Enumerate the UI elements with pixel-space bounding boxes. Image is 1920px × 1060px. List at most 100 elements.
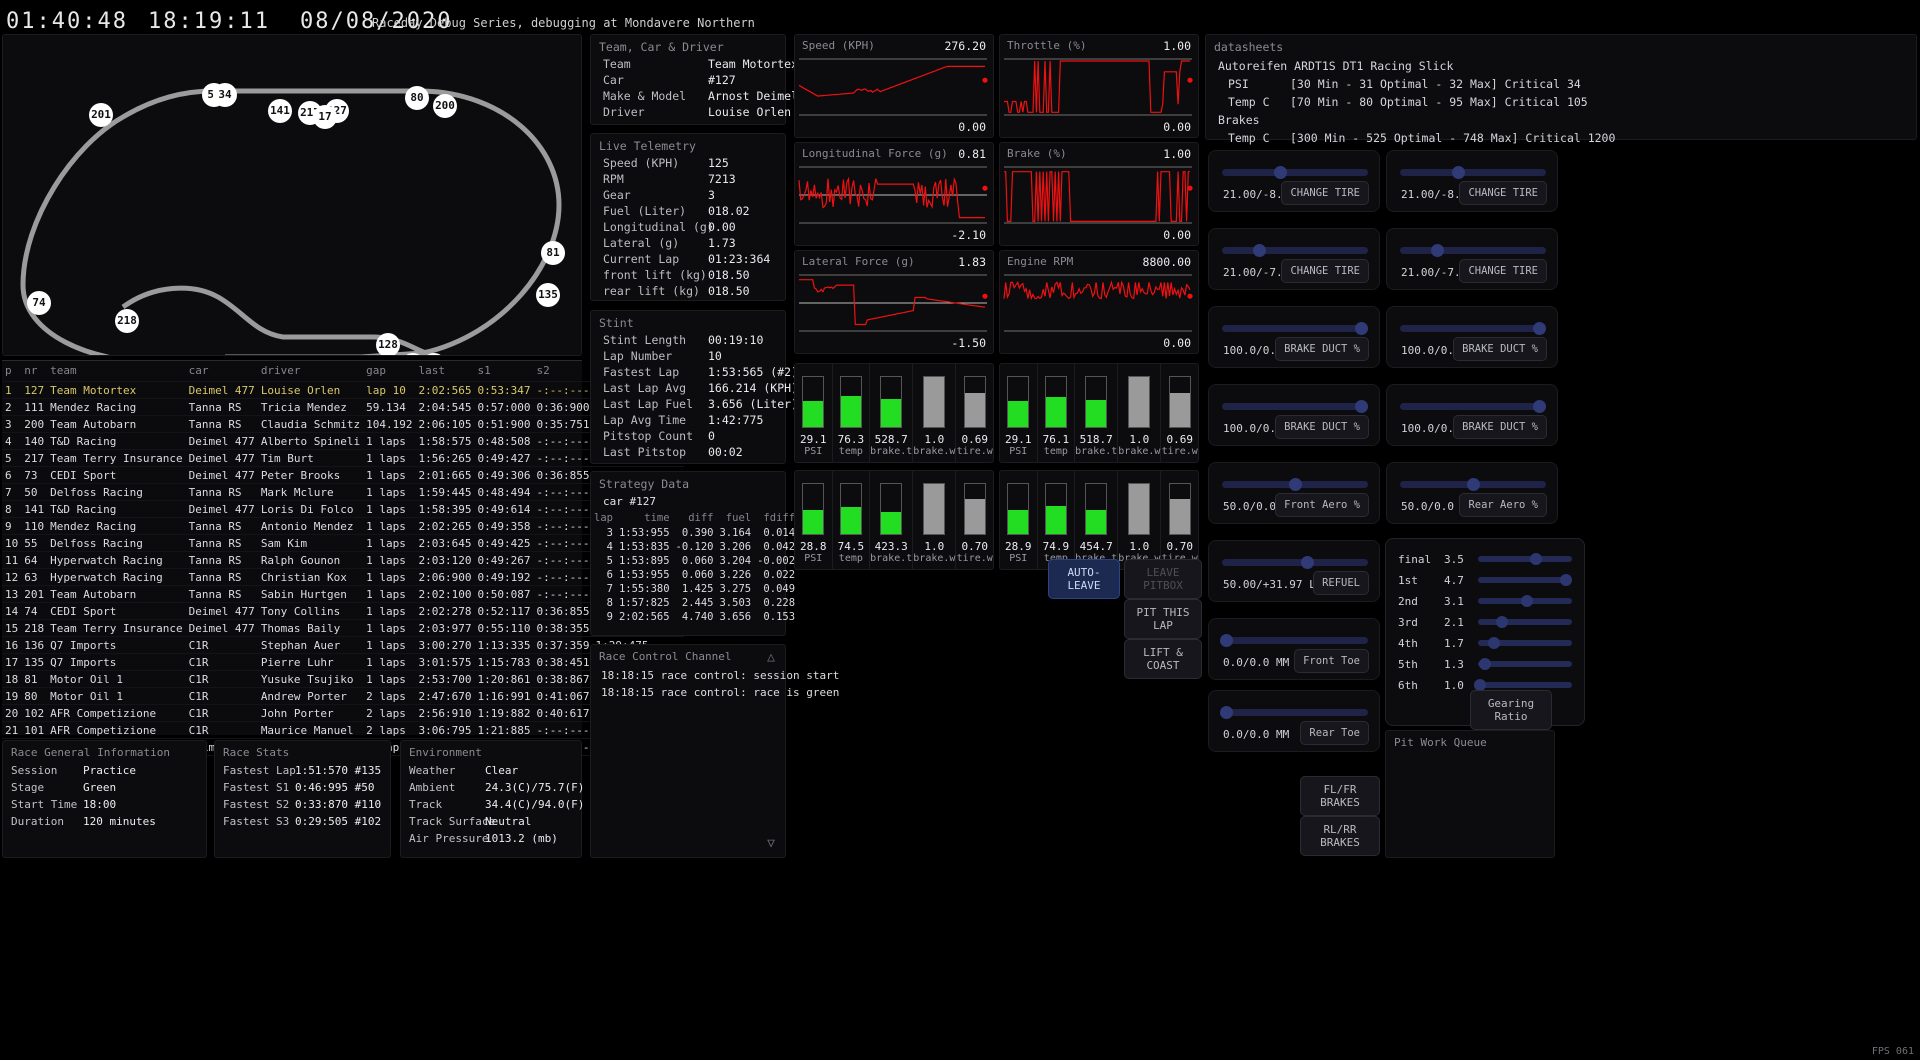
- table-row[interactable]: 17135Q7 ImportsC1RPierre Luhr1 laps3:01:…: [2, 654, 684, 671]
- setup-action-button[interactable]: CHANGE TIRE: [1281, 181, 1369, 205]
- table-row[interactable]: 1127Team MotortexDeimel 477Louise Orlenl…: [2, 382, 684, 399]
- gear-slider-track[interactable]: [1478, 619, 1572, 625]
- gear-slider-knob[interactable]: [1479, 658, 1491, 670]
- setup-action-button[interactable]: CHANGE TIRE: [1459, 259, 1547, 283]
- setup-action-button[interactable]: REFUEL: [1313, 571, 1369, 595]
- brake-setup-button-2[interactable]: RL/RR BRAKES: [1300, 816, 1380, 856]
- table-row[interactable]: 1881Motor Oil 1C1RYusuke Tsujiko1 laps2:…: [2, 671, 684, 688]
- slider-knob[interactable]: [1274, 166, 1287, 179]
- setup-action-button[interactable]: BRAKE DUCT %: [1275, 415, 1369, 439]
- car-marker[interactable]: 201: [89, 103, 113, 127]
- slider-track[interactable]: [1222, 403, 1368, 410]
- car-marker[interactable]: 34: [213, 83, 237, 107]
- slider-track[interactable]: [1222, 325, 1368, 332]
- table-row[interactable]: 8141T&D RacingDeimel 477Loris Di Folco1 …: [2, 501, 684, 518]
- slider-knob[interactable]: [1355, 322, 1368, 335]
- setup-action-button[interactable]: CHANGE TIRE: [1459, 181, 1547, 205]
- chevron-down-icon[interactable]: ▽: [767, 836, 775, 851]
- standings-table[interactable]: pnrteamcardrivergaplasts1s2s3stat 1127Te…: [2, 360, 582, 735]
- car-marker[interactable]: 81: [541, 241, 565, 265]
- slider-knob[interactable]: [1220, 634, 1233, 647]
- standings-body[interactable]: 1127Team MotortexDeimel 477Louise Orlenl…: [2, 382, 684, 756]
- aero-setup-2[interactable]: 50.0/0.0 %Rear Aero %: [1386, 462, 1558, 524]
- auto-leave-button[interactable]: AUTO-LEAVE: [1048, 559, 1120, 599]
- slider-knob[interactable]: [1289, 478, 1302, 491]
- gear-slider-track[interactable]: [1478, 577, 1572, 583]
- rear-toe-setup[interactable]: 0.0/0.0 MMRear Toe: [1208, 690, 1380, 752]
- track-map[interactable]: 2015534141217127178020081135742181281111…: [2, 34, 582, 356]
- brake-setup-button-1[interactable]: FL/FR BRAKES: [1300, 776, 1380, 816]
- gear-slider-knob[interactable]: [1530, 553, 1542, 565]
- table-row[interactable]: 20102AFR CompetizioneC1RJohn Porter2 lap…: [2, 705, 684, 722]
- table-row[interactable]: 4140T&D RacingDeimel 477Alberto Spineli1…: [2, 433, 684, 450]
- tire-setup-1[interactable]: 21.00/-8.09 PCHANGE TIRE: [1208, 150, 1380, 212]
- table-row[interactable]: 2111Mendez RacingTanna RSTricia Mendez59…: [2, 399, 684, 416]
- slider-track[interactable]: [1222, 637, 1368, 644]
- slider-track[interactable]: [1222, 709, 1368, 716]
- tire-setup-3[interactable]: 21.00/-7.81 PCHANGE TIRE: [1208, 228, 1380, 290]
- brake-duct-setup-3[interactable]: 100.0/0.0 %BRAKE DUCT %: [1208, 384, 1380, 446]
- slider-knob[interactable]: [1253, 244, 1266, 257]
- slider-knob[interactable]: [1355, 400, 1368, 413]
- slider-knob[interactable]: [1467, 478, 1480, 491]
- slider-track[interactable]: [1400, 247, 1546, 254]
- gear-slider-knob[interactable]: [1521, 595, 1533, 607]
- table-row[interactable]: 15218Team Terry InsuranceDeimel 477Thoma…: [2, 620, 684, 637]
- slider-track[interactable]: [1222, 247, 1368, 254]
- car-marker[interactable]: 200: [433, 94, 457, 118]
- gearing-ratio-button[interactable]: Gearing Ratio: [1470, 690, 1552, 730]
- car-marker[interactable]: 128: [376, 333, 400, 356]
- brake-duct-setup-4[interactable]: 100.0/0.0 %BRAKE DUCT %: [1386, 384, 1558, 446]
- table-row[interactable]: 1474CEDI SportDeimel 477Tony Collins1 la…: [2, 603, 684, 620]
- gear-slider-track[interactable]: [1478, 556, 1572, 562]
- slider-knob[interactable]: [1220, 706, 1233, 719]
- car-marker[interactable]: 80: [405, 86, 429, 110]
- table-row[interactable]: 1055Delfoss RacingTanna RSSam Kim1 laps2…: [2, 535, 684, 552]
- setup-action-button[interactable]: Front Aero %: [1275, 493, 1369, 517]
- table-row[interactable]: 1263Hyperwatch RacingTanna RSChristian K…: [2, 569, 684, 586]
- race-control-channel-panel[interactable]: Race Control Channel △ 18:18:15 race con…: [590, 644, 786, 858]
- setup-action-button[interactable]: BRAKE DUCT %: [1453, 337, 1547, 361]
- car-marker[interactable]: 17: [313, 105, 337, 129]
- car-marker[interactable]: 218: [115, 309, 139, 333]
- lift-and-coast-button[interactable]: LIFT & COAST: [1124, 639, 1202, 679]
- gear-slider-knob[interactable]: [1488, 637, 1500, 649]
- chevron-up-icon[interactable]: △: [767, 650, 775, 665]
- slider-track[interactable]: [1400, 403, 1546, 410]
- brake-duct-setup-2[interactable]: 100.0/0.0 %BRAKE DUCT %: [1386, 306, 1558, 368]
- table-row[interactable]: 1164Hyperwatch RacingTanna RSRalph Gouno…: [2, 552, 684, 569]
- slider-knob[interactable]: [1431, 244, 1444, 257]
- slider-track[interactable]: [1222, 169, 1368, 176]
- slider-track[interactable]: [1400, 169, 1546, 176]
- setup-action-button[interactable]: Rear Aero %: [1459, 493, 1547, 517]
- gear-slider-track[interactable]: [1478, 661, 1572, 667]
- setup-action-button[interactable]: Front Toe: [1294, 649, 1369, 673]
- slider-knob[interactable]: [1301, 556, 1314, 569]
- tire-setup-2[interactable]: 21.00/-8.07 PCHANGE TIRE: [1386, 150, 1558, 212]
- table-row[interactable]: 5217Team Terry InsuranceDeimel 477Tim Bu…: [2, 450, 684, 467]
- gear-slider-knob[interactable]: [1560, 574, 1572, 586]
- tire-setup-4[interactable]: 21.00/-7.87 PCHANGE TIRE: [1386, 228, 1558, 290]
- table-row[interactable]: 16136Q7 ImportsC1RStephan Auer1 laps3:00…: [2, 637, 684, 654]
- slider-track[interactable]: [1400, 325, 1546, 332]
- car-marker[interactable]: 135: [536, 283, 560, 307]
- table-row[interactable]: 750Delfoss RacingTanna RSMark Mclure1 la…: [2, 484, 684, 501]
- table-row[interactable]: 9110Mendez RacingTanna RSAntonio Mendez1…: [2, 518, 684, 535]
- table-row[interactable]: 21101AFR CompetizioneC1RMaurice Manuel2 …: [2, 722, 684, 739]
- fuel-setup[interactable]: 50.00/+31.97 LREFUEL: [1208, 540, 1380, 602]
- car-marker[interactable]: 74: [27, 291, 51, 315]
- slider-knob[interactable]: [1533, 400, 1546, 413]
- setup-action-button[interactable]: BRAKE DUCT %: [1453, 415, 1547, 439]
- table-row[interactable]: 673CEDI SportDeimel 477Peter Brooks1 lap…: [2, 467, 684, 484]
- pit-this-lap-button[interactable]: PIT THIS LAP: [1124, 599, 1202, 639]
- aero-setup-1[interactable]: 50.0/0.0 %Front Aero %: [1208, 462, 1380, 524]
- table-row[interactable]: 13201Team AutobarnTanna RSSabin Hurtgen1…: [2, 586, 684, 603]
- slider-knob[interactable]: [1452, 166, 1465, 179]
- slider-knob[interactable]: [1533, 322, 1546, 335]
- setup-action-button[interactable]: Rear Toe: [1300, 721, 1369, 745]
- brake-duct-setup-1[interactable]: 100.0/0.0 %BRAKE DUCT %: [1208, 306, 1380, 368]
- car-marker[interactable]: 141: [268, 99, 292, 123]
- setup-action-button[interactable]: BRAKE DUCT %: [1275, 337, 1369, 361]
- gear-slider-track[interactable]: [1478, 682, 1572, 688]
- table-row[interactable]: 1980Motor Oil 1C1RAndrew Porter2 laps2:4…: [2, 688, 684, 705]
